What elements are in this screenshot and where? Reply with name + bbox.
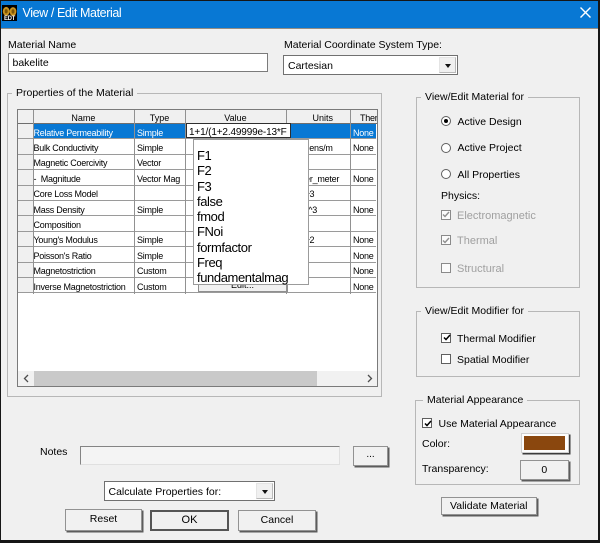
- svg-text:EDT: EDT: [4, 16, 16, 21]
